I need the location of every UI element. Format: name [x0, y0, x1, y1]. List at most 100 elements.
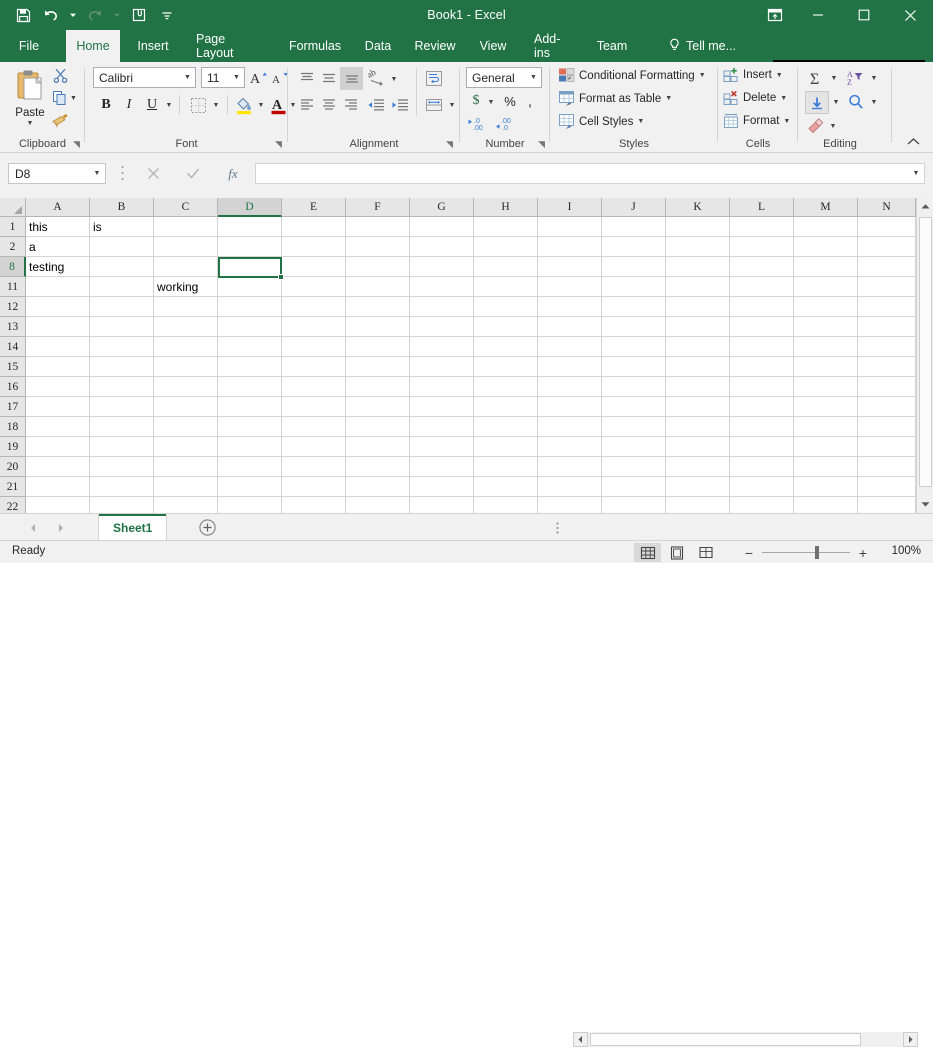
- column-header-a[interactable]: A: [26, 198, 90, 217]
- cell-D8[interactable]: [218, 257, 282, 277]
- cell-M1[interactable]: [794, 217, 858, 237]
- font-size-dropdown-icon[interactable]: ▼: [229, 74, 244, 81]
- fill-color-button[interactable]: [233, 93, 255, 117]
- cell-A1[interactable]: this: [26, 217, 90, 237]
- close-button[interactable]: [887, 0, 933, 30]
- cell-D2[interactable]: [218, 237, 282, 257]
- paste-dropdown-icon[interactable]: ▼: [27, 120, 34, 127]
- cell-K2[interactable]: [666, 237, 730, 257]
- cell-C1[interactable]: [154, 217, 218, 237]
- cell-B19[interactable]: [90, 437, 154, 457]
- cell-L2[interactable]: [730, 237, 794, 257]
- cell-I13[interactable]: [538, 317, 602, 337]
- page-break-preview-icon[interactable]: [692, 543, 719, 562]
- cell-E13[interactable]: [282, 317, 346, 337]
- cell-K1[interactable]: [666, 217, 730, 237]
- cell-M17[interactable]: [794, 397, 858, 417]
- cell-I15[interactable]: [538, 357, 602, 377]
- cell-I22[interactable]: [538, 497, 602, 513]
- cell-J15[interactable]: [602, 357, 666, 377]
- vertical-scrollbar[interactable]: [916, 198, 933, 513]
- number-format-dropdown-icon[interactable]: ▼: [526, 74, 541, 81]
- row-header-1[interactable]: 1: [0, 217, 26, 237]
- cell-C12[interactable]: [154, 297, 218, 317]
- cell-A20[interactable]: [26, 457, 90, 477]
- cell-C13[interactable]: [154, 317, 218, 337]
- cell-F21[interactable]: [346, 477, 410, 497]
- cell-N11[interactable]: [858, 277, 916, 297]
- fill-dropdown-icon[interactable]: ▼: [830, 93, 842, 111]
- cell-B13[interactable]: [90, 317, 154, 337]
- tab-data[interactable]: Data: [358, 30, 398, 62]
- cell-E8[interactable]: [282, 257, 346, 277]
- fill-color-dropdown-icon[interactable]: ▼: [255, 96, 267, 114]
- cell-G11[interactable]: [410, 277, 474, 297]
- number-dialog-launcher-icon[interactable]: ◥: [536, 139, 547, 150]
- scroll-right-icon[interactable]: [903, 1032, 918, 1047]
- cell-L14[interactable]: [730, 337, 794, 357]
- cell-J22[interactable]: [602, 497, 666, 513]
- format-as-table-dropdown-icon[interactable]: ▼: [665, 95, 672, 102]
- cell-M12[interactable]: [794, 297, 858, 317]
- cell-A2[interactable]: a: [26, 237, 90, 257]
- formula-input[interactable]: ▼: [255, 163, 925, 184]
- font-name-combo[interactable]: Calibri ▼: [93, 67, 196, 88]
- orientation-dropdown-icon[interactable]: ▼: [388, 70, 400, 88]
- cell-B21[interactable]: [90, 477, 154, 497]
- cell-styles-button[interactable]: Cell Styles ▼: [558, 113, 644, 130]
- cell-H21[interactable]: [474, 477, 538, 497]
- cell-L13[interactable]: [730, 317, 794, 337]
- cancel-formula-button[interactable]: [133, 163, 173, 184]
- row-header-11[interactable]: 11: [0, 277, 26, 297]
- cell-M22[interactable]: [794, 497, 858, 513]
- normal-view-icon[interactable]: [634, 543, 661, 562]
- cell-N15[interactable]: [858, 357, 916, 377]
- cell-C15[interactable]: [154, 357, 218, 377]
- cell-C20[interactable]: [154, 457, 218, 477]
- cell-C8[interactable]: [154, 257, 218, 277]
- percent-style-button[interactable]: %: [500, 91, 520, 111]
- add-sheet-button[interactable]: [198, 518, 217, 537]
- cell-K22[interactable]: [666, 497, 730, 513]
- column-header-k[interactable]: K: [666, 198, 730, 217]
- cell-F16[interactable]: [346, 377, 410, 397]
- cell-styles-dropdown-icon[interactable]: ▼: [637, 118, 644, 125]
- cell-C22[interactable]: [154, 497, 218, 513]
- cell-J20[interactable]: [602, 457, 666, 477]
- cell-B16[interactable]: [90, 377, 154, 397]
- increase-decimal-button[interactable]: .0.00: [466, 113, 492, 133]
- cell-N19[interactable]: [858, 437, 916, 457]
- name-box-dropdown-icon[interactable]: ▼: [89, 170, 105, 177]
- cell-M16[interactable]: [794, 377, 858, 397]
- cell-E17[interactable]: [282, 397, 346, 417]
- clipboard-dialog-launcher-icon[interactable]: ◥: [71, 139, 82, 150]
- cell-I20[interactable]: [538, 457, 602, 477]
- row-header-19[interactable]: 19: [0, 437, 26, 457]
- cell-B17[interactable]: [90, 397, 154, 417]
- cell-L12[interactable]: [730, 297, 794, 317]
- cell-E21[interactable]: [282, 477, 346, 497]
- cell-G14[interactable]: [410, 337, 474, 357]
- cell-D16[interactable]: [218, 377, 282, 397]
- cell-G20[interactable]: [410, 457, 474, 477]
- cell-N17[interactable]: [858, 397, 916, 417]
- accounting-dropdown-icon[interactable]: ▼: [485, 93, 497, 111]
- cell-F20[interactable]: [346, 457, 410, 477]
- cell-J2[interactable]: [602, 237, 666, 257]
- cell-A8[interactable]: testing: [26, 257, 90, 277]
- cell-F2[interactable]: [346, 237, 410, 257]
- row-header-8[interactable]: 8: [0, 257, 26, 277]
- cell-N1[interactable]: [858, 217, 916, 237]
- tell-me-box[interactable]: Tell me...: [668, 30, 736, 62]
- tab-file[interactable]: File: [10, 30, 48, 62]
- cell-G16[interactable]: [410, 377, 474, 397]
- cell-H12[interactable]: [474, 297, 538, 317]
- cell-L20[interactable]: [730, 457, 794, 477]
- cell-M21[interactable]: [794, 477, 858, 497]
- align-bottom-button[interactable]: [340, 67, 363, 90]
- column-header-f[interactable]: F: [346, 198, 410, 217]
- cell-L21[interactable]: [730, 477, 794, 497]
- cell-E12[interactable]: [282, 297, 346, 317]
- name-box[interactable]: D8 ▼: [8, 163, 106, 184]
- column-header-i[interactable]: I: [538, 198, 602, 217]
